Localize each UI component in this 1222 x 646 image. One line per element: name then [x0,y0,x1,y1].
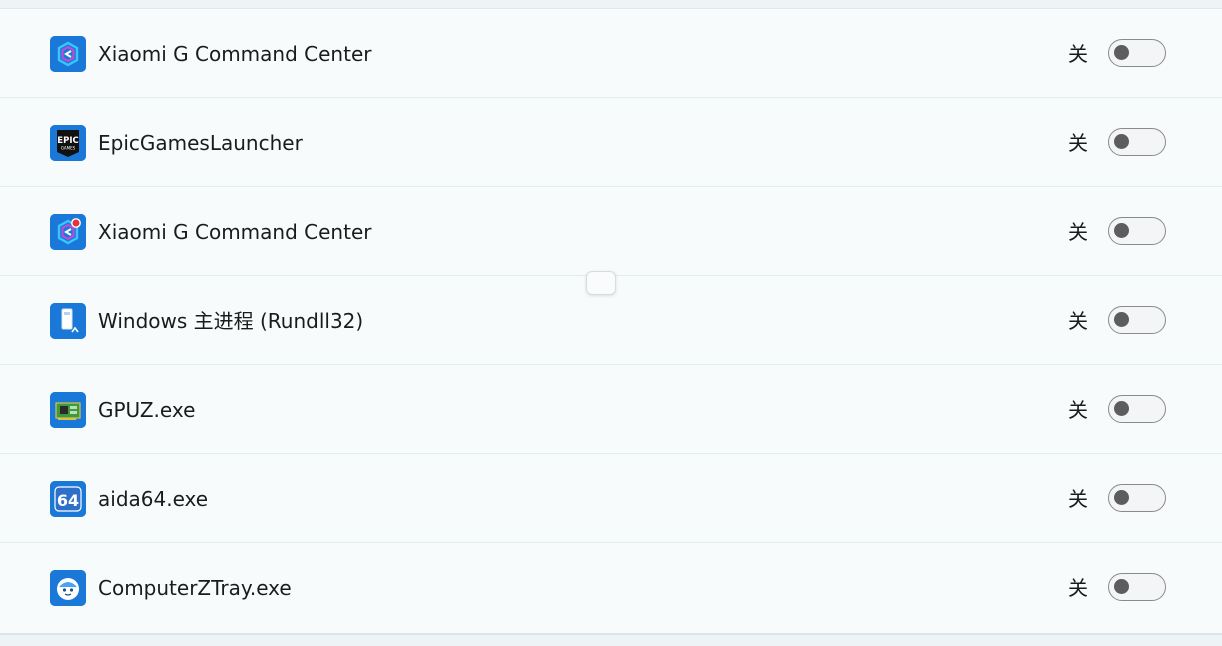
app-name: EpicGamesLauncher [98,131,303,155]
toggle-knob [1114,223,1129,238]
toggle-state-label: 关 [1068,576,1088,600]
toggle-knob [1114,490,1129,505]
toggle-knob [1114,45,1129,60]
gpuz-icon [50,392,86,428]
app-name: Xiaomi G Command Center [98,42,372,66]
app-toggle-switch[interactable] [1108,484,1166,512]
toggle-knob [1114,134,1129,149]
app-name: GPUZ.exe [98,398,196,422]
epic-logo-subtext: GAMES [61,146,76,151]
app-toggle-switch[interactable] [1108,306,1166,334]
list-item: GPUZ.exe 关 [0,365,1222,454]
aida64-logo-text: 64 [57,491,79,510]
list-item: ComputerZTray.exe 关 [0,543,1222,631]
toggle-state-label: 关 [1068,309,1088,333]
list-item: EPIC GAMES EpicGamesLauncher 关 [0,98,1222,187]
toggle-knob [1114,401,1129,416]
app-toggle-switch[interactable] [1108,395,1166,423]
toggle-knob [1114,579,1129,594]
app-toggle-switch[interactable] [1108,217,1166,245]
app-name: ComputerZTray.exe [98,576,292,600]
toggle-state-label: 关 [1068,42,1088,66]
toggle-state-label: 关 [1068,131,1088,155]
toggle-state-label: 关 [1068,487,1088,511]
app-name: Xiaomi G Command Center [98,220,372,244]
xiaomi-g-command-center-notify-icon [50,214,86,250]
rundll32-icon [50,303,86,339]
app-toggle-switch[interactable] [1108,573,1166,601]
list-item: 64 aida64.exe 关 [0,454,1222,543]
app-name: Windows 主进程 (Rundll32) [98,309,364,333]
toggle-state-label: 关 [1068,398,1088,422]
toggle-knob [1114,312,1129,327]
list-item: Xiaomi G Command Center 关 [0,187,1222,276]
app-toggle-switch[interactable] [1108,128,1166,156]
aida64-icon: 64 [50,481,86,517]
xiaomi-g-command-center-icon [50,36,86,72]
epic-games-icon: EPIC GAMES [50,125,86,161]
list-item: Xiaomi G Command Center 关 [0,9,1222,98]
epic-logo-text: EPIC [57,136,78,146]
computerz-tray-icon [50,570,86,606]
app-list: Xiaomi G Command Center 关 EPIC GAMES Epi… [0,8,1222,635]
drag-handle[interactable] [586,271,616,295]
app-name: aida64.exe [98,487,209,511]
toggle-state-label: 关 [1068,220,1088,244]
app-toggle-switch[interactable] [1108,39,1166,67]
